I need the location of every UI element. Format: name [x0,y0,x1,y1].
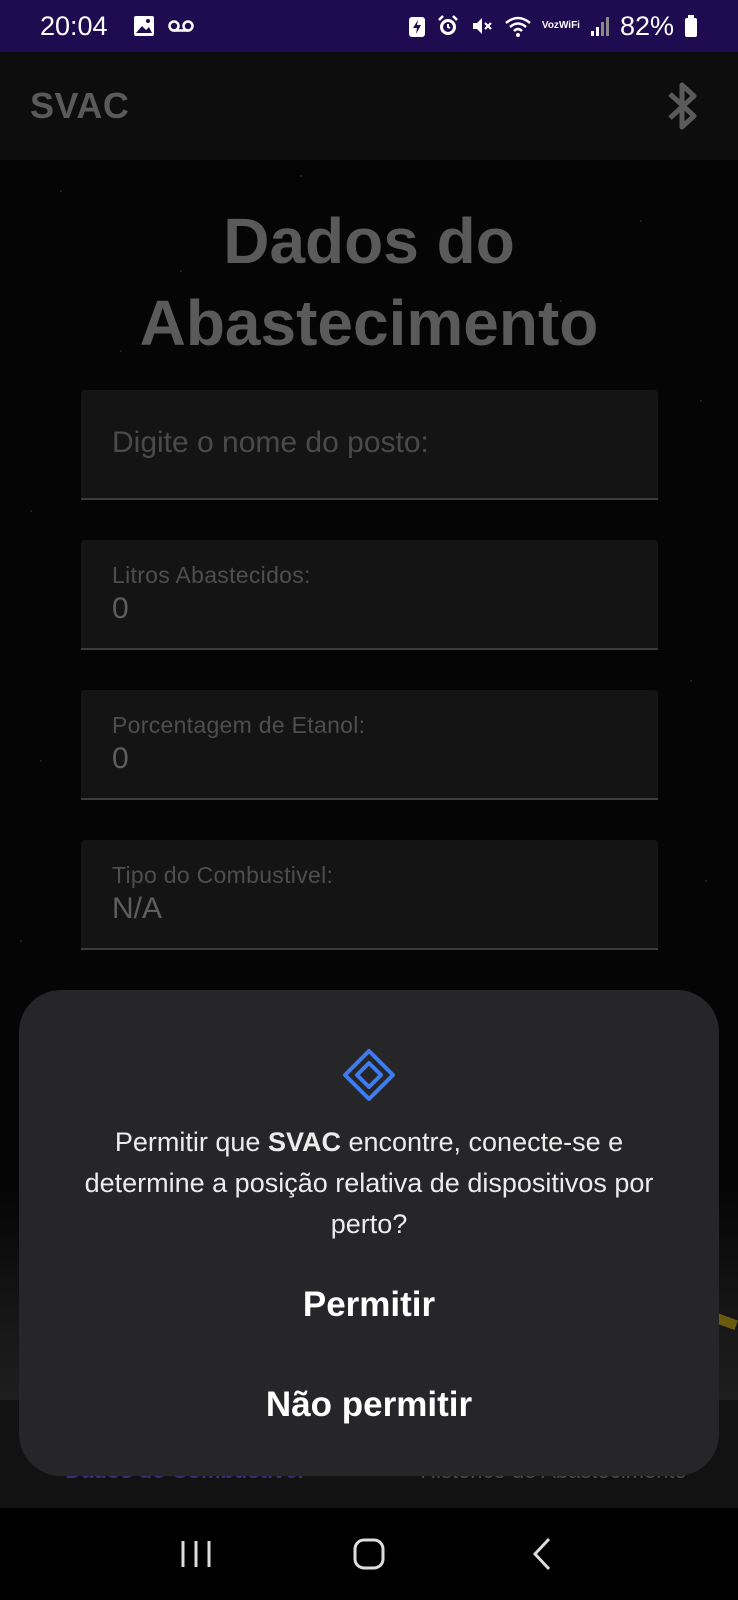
signal-icon [590,15,610,37]
liters-field[interactable]: Litros Abastecidos: 0 [81,540,658,650]
fuel-type-field[interactable]: Tipo do Combustivel: N/A [81,840,658,950]
fuel-type-label: Tipo do Combustivel: [112,862,334,888]
alarm-icon [436,14,460,38]
bluetooth-icon [668,82,697,130]
battery-icon [684,14,698,38]
ethanol-value: 0 [112,742,129,775]
vowifi-icon: Voz WiFi [541,20,580,31]
status-bar: 20:04 Voz WiFi 82% [0,0,738,52]
battery-saver-icon [408,14,426,38]
dialog-message: Permitir que SVAC encontre, conecte-se e… [84,1127,654,1239]
dialog-app-name: SVAC [267,1127,341,1157]
liters-label: Litros Abastecidos: [112,562,311,588]
station-name-input[interactable]: Digite o nome do posto: [81,390,658,500]
wifi-icon [504,14,532,38]
page-title: Dados do Abastecimento [139,205,599,359]
gallery-icon [132,14,156,38]
station-name-placeholder: Digite o nome do posto: [112,426,429,459]
app-bar: SVAC [0,52,738,160]
system-nav-bar [0,1508,738,1600]
app-title: SVAC [30,85,130,126]
back-icon [532,1537,550,1571]
permission-dialog: Permitir que SVAC encontre, conecte-se e… [19,990,719,1476]
ethanol-percentage-field[interactable]: Porcentagem de Etanol: 0 [81,690,658,800]
nearby-devices-icon [343,1049,395,1101]
ethanol-label: Porcentagem de Etanol: [112,712,366,738]
battery-percent: 82% [619,10,674,41]
bluetooth-button[interactable] [658,76,708,136]
home-icon [353,1538,385,1570]
voicemail-icon [167,19,194,33]
status-time: 20:04 [40,10,108,41]
liters-value: 0 [112,592,129,625]
recents-button[interactable] [166,1524,226,1584]
mute-icon [470,14,494,38]
deny-button[interactable]: Não permitir [19,1385,719,1425]
allow-button[interactable]: Permitir [19,1285,719,1325]
fuel-type-value: N/A [112,892,163,925]
recents-icon [181,1541,211,1567]
home-button[interactable] [339,1524,399,1584]
back-button[interactable] [512,1524,572,1584]
